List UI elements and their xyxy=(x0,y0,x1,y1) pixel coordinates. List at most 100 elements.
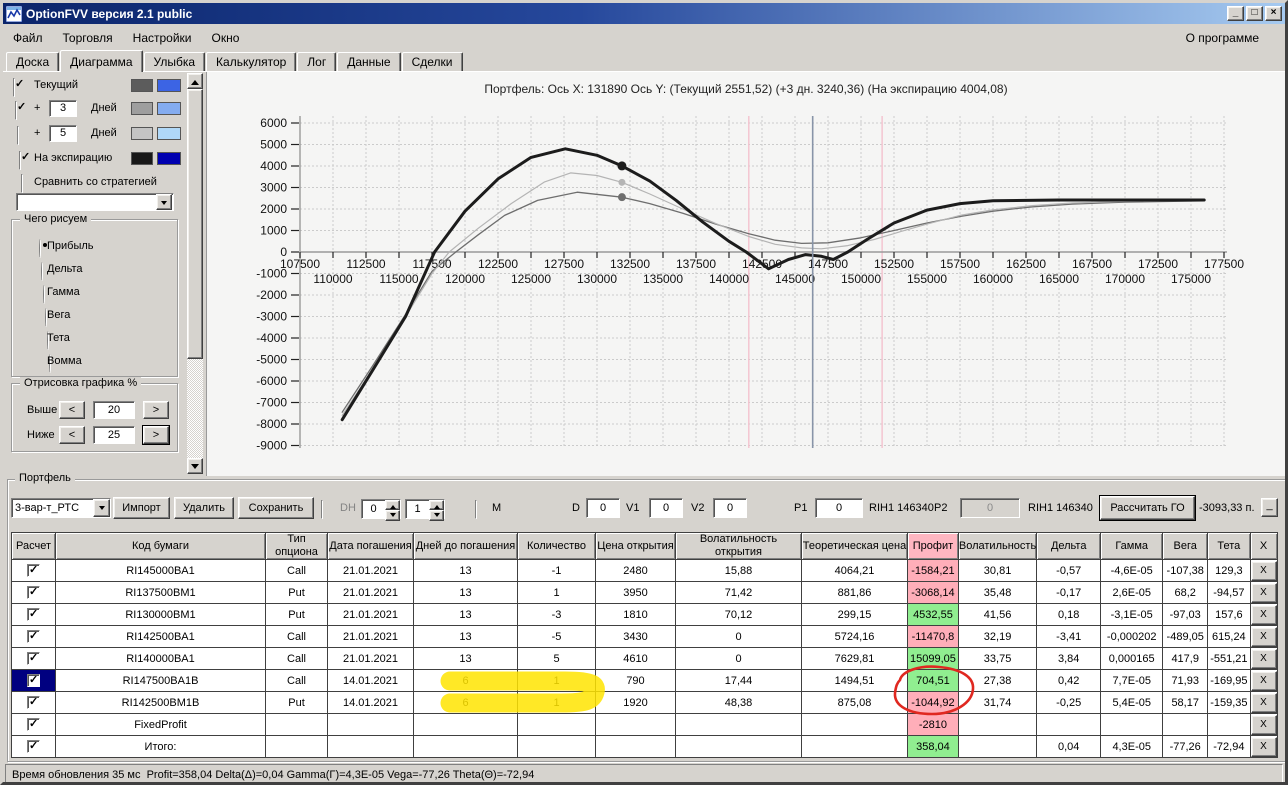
spin-up-button[interactable] xyxy=(385,500,400,510)
cell-gamma[interactable]: 5,4E-05 xyxy=(1100,691,1164,714)
cell-code[interactable]: Итого: xyxy=(55,735,266,758)
collapse-button[interactable]: _ xyxy=(1261,498,1278,517)
cell-code[interactable]: RI142500BM1B xyxy=(55,691,266,714)
cell-open_vol[interactable]: 48,38 xyxy=(675,691,802,714)
table-row[interactable]: Итого: 358,04 0,044,3E-05-77,26-72,94X xyxy=(11,735,1278,758)
cell-days[interactable]: 6 xyxy=(413,669,518,692)
cell-open_price[interactable]: 3430 xyxy=(595,625,676,648)
col-header-10[interactable]: Профит xyxy=(907,532,959,560)
dropdown-arrow-button[interactable] xyxy=(156,194,172,210)
cell-theta[interactable]: -94,57 xyxy=(1207,581,1251,604)
maximize-button[interactable]: □ xyxy=(1246,6,1263,21)
tab-диаграмма[interactable]: Диаграмма xyxy=(60,50,143,72)
cell-code[interactable]: RI140000BA1 xyxy=(55,647,266,670)
tab-лог[interactable]: Лог xyxy=(297,52,337,71)
increase-button[interactable]: > xyxy=(142,425,170,445)
variant-dropdown[interactable]: 3-вар-т_РТС xyxy=(11,498,111,518)
cell-open_vol[interactable]: 15,88 xyxy=(675,559,802,582)
cell-open_price[interactable]: 3950 xyxy=(595,581,676,604)
cell-days[interactable]: 13 xyxy=(413,647,518,670)
variant-dropdown-arrow[interactable] xyxy=(93,499,110,517)
calc-cell[interactable] xyxy=(11,581,56,604)
menu-item-1[interactable]: Файл xyxy=(3,28,53,48)
increase-button[interactable]: > xyxy=(143,401,169,419)
radio-дельта[interactable] xyxy=(41,262,43,281)
cell-open_price[interactable] xyxy=(595,713,676,736)
calc-cell[interactable] xyxy=(11,669,56,692)
tab-доска[interactable]: Доска xyxy=(6,52,60,71)
cell-vega[interactable]: 71,93 xyxy=(1162,669,1209,692)
days-count-input[interactable]: 5 xyxy=(49,125,77,142)
col-header-13[interactable]: Гамма xyxy=(1100,532,1164,560)
cell-days[interactable] xyxy=(413,735,518,758)
calc-cell[interactable] xyxy=(11,625,56,648)
col-header-1[interactable]: Расчет xyxy=(11,532,56,560)
scroll-up-button[interactable] xyxy=(187,73,203,89)
col-header-4[interactable]: Дата погашения xyxy=(327,532,414,560)
cell-open_vol[interactable] xyxy=(675,713,802,736)
calc-cell[interactable] xyxy=(11,559,56,582)
calc-margin-button[interactable]: Рассчитать ГО xyxy=(1099,495,1196,521)
tab-сделки[interactable]: Сделки xyxy=(401,52,463,71)
table-row[interactable]: RI142500BM1BPut14.01.202161192048,38875,… xyxy=(11,691,1278,714)
col-header-7[interactable]: Цена открытия xyxy=(595,532,676,560)
dh-checkbox[interactable] xyxy=(321,500,323,519)
cell-profit[interactable]: -11470,8 xyxy=(907,625,959,648)
cell-vol[interactable]: 41,56 xyxy=(957,603,1038,626)
col-header-5[interactable]: Дней до погашения xyxy=(413,532,518,560)
col-header-16[interactable]: X xyxy=(1249,532,1278,560)
cell-days[interactable]: 6 xyxy=(413,691,518,714)
cell-vol[interactable]: 31,74 xyxy=(957,691,1038,714)
compare-color-swatch[interactable] xyxy=(157,79,181,92)
cell-gamma[interactable] xyxy=(1100,713,1164,736)
delete-row-button[interactable]: X xyxy=(1251,560,1277,581)
cell-days[interactable]: 13 xyxy=(413,603,518,626)
col-header-11[interactable]: Волатильность xyxy=(957,532,1038,560)
table-row[interactable]: RI145000BA1Call21.01.202113-1248015,8840… xyxy=(11,559,1278,582)
cell-theta[interactable]: -72,94 xyxy=(1207,735,1251,758)
cell-vega[interactable]: 58,17 xyxy=(1162,691,1209,714)
cell-gamma[interactable]: -3,1E-05 xyxy=(1100,603,1164,626)
spin-down-button[interactable] xyxy=(385,510,400,521)
spin-up-button[interactable] xyxy=(429,500,444,510)
m-checkbox[interactable] xyxy=(475,500,477,519)
cell-theta[interactable] xyxy=(1207,713,1251,736)
tab-улыбка[interactable]: Улыбка xyxy=(143,52,206,71)
cell-vega[interactable] xyxy=(1162,713,1209,736)
delete-button[interactable]: Удалить xyxy=(174,497,234,519)
calc-cell[interactable] xyxy=(11,713,56,736)
cell-theo[interactable]: 4064,21 xyxy=(801,559,908,582)
dh-spin-1[interactable]: 0 xyxy=(361,499,401,521)
cell-qty[interactable]: 1 xyxy=(517,691,596,714)
table-row[interactable]: RI137500BM1Put21.01.2021131395071,42881,… xyxy=(11,581,1278,604)
decrease-button[interactable]: < xyxy=(59,401,85,419)
cell-code[interactable]: RI147500BA1B xyxy=(55,669,266,692)
col-header-15[interactable]: Тета xyxy=(1207,532,1251,560)
cell-delta[interactable]: 0,18 xyxy=(1036,603,1102,626)
cell-date[interactable]: 21.01.2021 xyxy=(327,603,414,626)
decrease-button[interactable]: < xyxy=(59,426,85,444)
delete-row-button[interactable]: X xyxy=(1251,714,1277,735)
cell-gamma[interactable]: 7,7E-05 xyxy=(1100,669,1164,692)
radio-прибыль[interactable] xyxy=(39,239,41,258)
cell-qty[interactable]: 1 xyxy=(517,669,596,692)
input-v2[interactable]: 0 xyxy=(713,498,747,518)
scroll-thumb[interactable] xyxy=(187,89,203,359)
cell-gamma[interactable]: 4,3E-05 xyxy=(1100,735,1164,758)
calc-cell[interactable] xyxy=(11,735,56,758)
cell-theo[interactable]: 7629,81 xyxy=(801,647,908,670)
cell-open_price[interactable]: 790 xyxy=(595,669,676,692)
cell-profit[interactable]: -1044,92 xyxy=(907,691,959,714)
strategy-dropdown[interactable] xyxy=(16,193,174,211)
cell-date[interactable] xyxy=(327,713,414,736)
input-p1[interactable]: 0 xyxy=(815,498,863,518)
menu-item-2[interactable]: Торговля xyxy=(53,28,123,48)
cell-theo[interactable]: 299,15 xyxy=(801,603,908,626)
cell-profit[interactable]: -2810 xyxy=(907,713,959,736)
input-v1[interactable]: 0 xyxy=(649,498,683,518)
cell-vega[interactable]: -97,03 xyxy=(1162,603,1209,626)
cell-open_price[interactable]: 1810 xyxy=(595,603,676,626)
cell-theta[interactable]: -169,95 xyxy=(1207,669,1251,692)
menu-item-3[interactable]: Настройки xyxy=(123,28,202,48)
curve-color-swatch[interactable] xyxy=(131,152,153,165)
